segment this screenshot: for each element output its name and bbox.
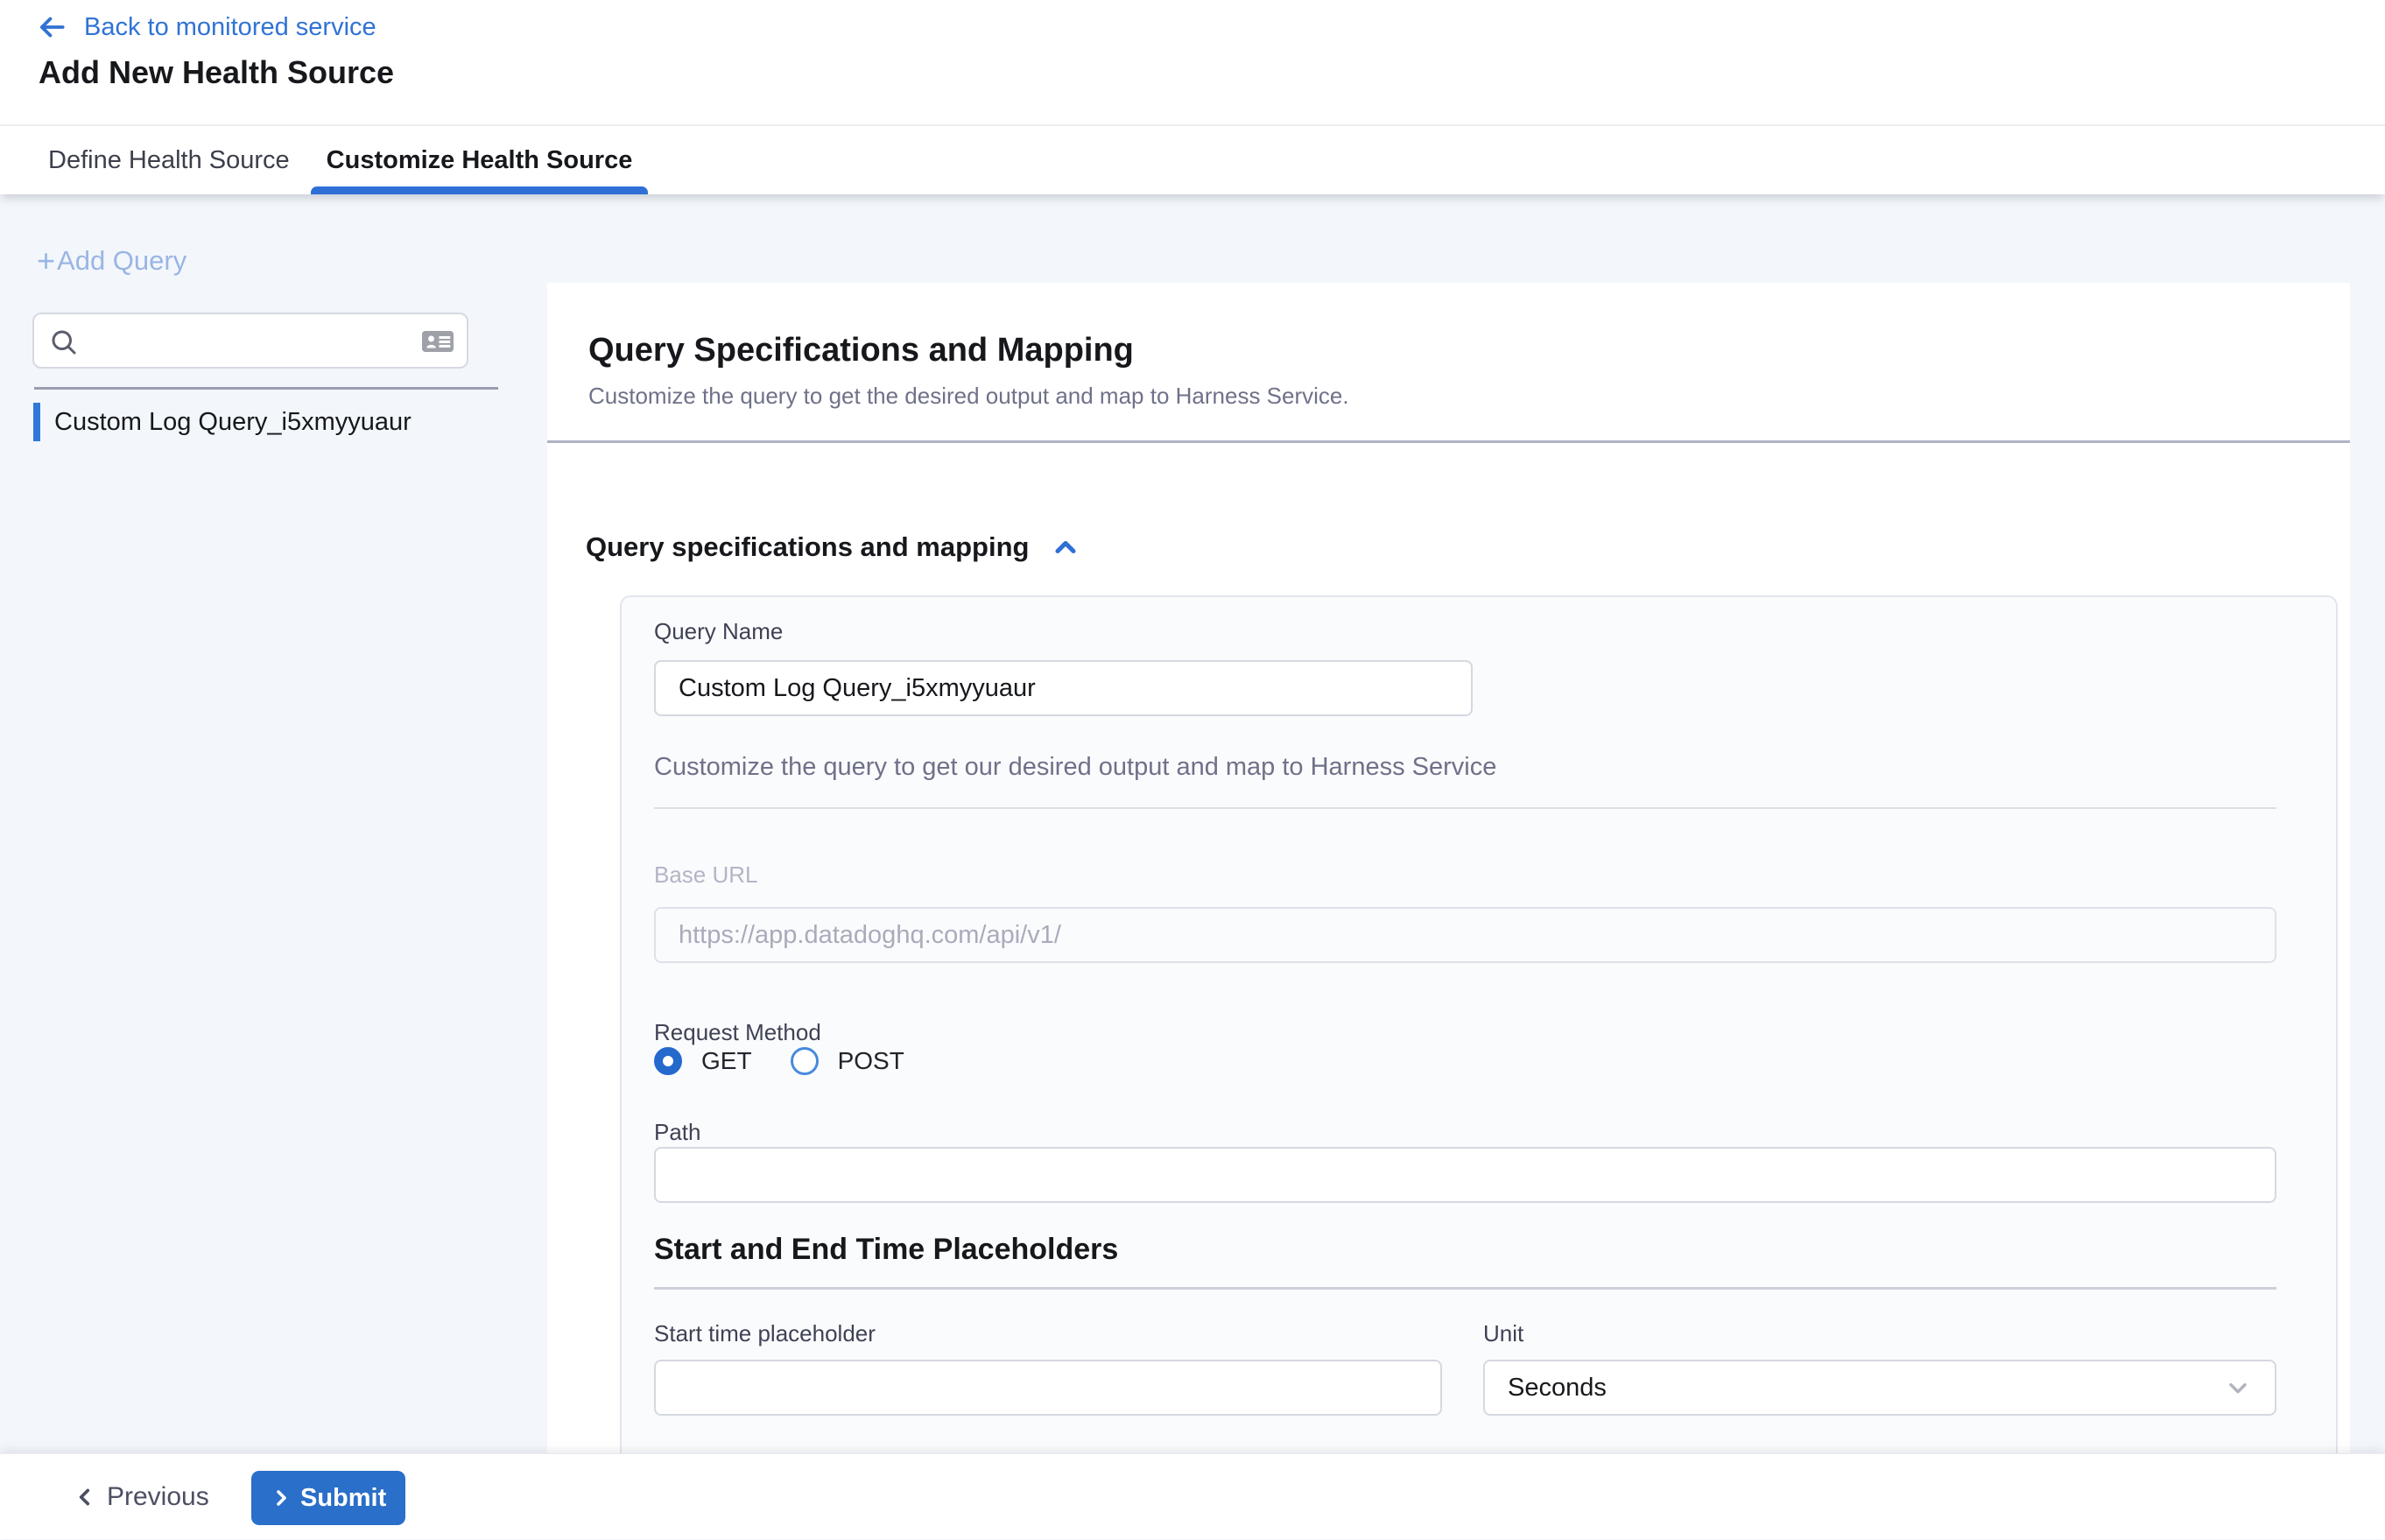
tab-bar: Define Health Source Customize Health So… bbox=[0, 124, 2385, 194]
add-query-label: Add Query bbox=[57, 245, 186, 277]
request-method-radio-group: GET POST bbox=[654, 1047, 904, 1075]
base-url-label: Base URL bbox=[654, 861, 758, 889]
unit-label: Unit bbox=[1483, 1320, 1523, 1347]
path-input[interactable] bbox=[654, 1147, 2276, 1203]
tab-customize-health-source[interactable]: Customize Health Source bbox=[311, 126, 649, 194]
start-time-input[interactable] bbox=[654, 1360, 1442, 1416]
chevron-right-icon bbox=[271, 1487, 292, 1508]
tab-define-health-source[interactable]: Define Health Source bbox=[32, 126, 306, 194]
main-panel: Query Specifications and Mapping Customi… bbox=[547, 283, 2350, 1453]
panel-divider bbox=[547, 440, 2350, 443]
chevron-up-icon[interactable] bbox=[1050, 531, 1081, 563]
section-title: Query specifications and mapping bbox=[586, 531, 1029, 563]
arrow-left-icon bbox=[35, 11, 68, 44]
radio-get[interactable] bbox=[654, 1047, 682, 1075]
plus-icon: + bbox=[37, 248, 55, 274]
selected-query-indicator bbox=[33, 403, 40, 441]
query-item-label: Custom Log Query_i5xmyyuaur bbox=[54, 408, 412, 437]
page-title: Add New Health Source bbox=[39, 54, 394, 91]
time-placeholders-divider bbox=[654, 1287, 2276, 1290]
start-time-label: Start time placeholder bbox=[654, 1320, 876, 1347]
query-search-box bbox=[32, 313, 468, 369]
back-link[interactable]: Back to monitored service bbox=[35, 11, 376, 44]
base-url-input bbox=[654, 907, 2276, 963]
submit-button-label: Submit bbox=[300, 1484, 386, 1513]
query-list-item[interactable]: Custom Log Query_i5xmyyuaur bbox=[33, 403, 412, 441]
query-name-label: Query Name bbox=[654, 618, 783, 645]
chevron-left-icon bbox=[74, 1486, 96, 1508]
radio-post-label: POST bbox=[838, 1047, 904, 1075]
query-name-input[interactable] bbox=[654, 660, 1473, 716]
section-collapse-header[interactable]: Query specifications and mapping bbox=[586, 531, 1081, 563]
add-query-button[interactable]: + Add Query bbox=[37, 245, 186, 277]
panel-title: Query Specifications and Mapping bbox=[588, 332, 1134, 369]
time-placeholders-heading: Start and End Time Placeholders bbox=[654, 1233, 1118, 1267]
previous-button[interactable]: Previous bbox=[74, 1454, 209, 1540]
panel-subtitle: Customize the query to get the desired o… bbox=[588, 383, 1349, 410]
radio-get-label: GET bbox=[701, 1047, 752, 1075]
path-label: Path bbox=[654, 1119, 701, 1146]
form-divider bbox=[654, 807, 2276, 809]
page-header: Back to monitored service Add New Health… bbox=[0, 0, 2385, 124]
unit-select[interactable]: Seconds bbox=[1483, 1360, 2276, 1416]
query-spec-form: Query Name Customize the query to get ou… bbox=[620, 595, 2338, 1453]
search-icon bbox=[48, 327, 80, 362]
previous-button-label: Previous bbox=[107, 1482, 209, 1512]
submit-button[interactable]: Submit bbox=[251, 1471, 405, 1525]
radio-post[interactable] bbox=[791, 1047, 819, 1075]
id-card-icon[interactable] bbox=[419, 326, 456, 362]
query-name-help: Customize the query to get our desired o… bbox=[654, 753, 1496, 782]
request-method-label: Request Method bbox=[654, 1019, 821, 1046]
back-link-label: Back to monitored service bbox=[84, 13, 376, 42]
sidebar-divider bbox=[34, 387, 498, 390]
footer-bar: Previous Submit bbox=[0, 1453, 2385, 1539]
chevron-down-icon bbox=[2224, 1374, 2252, 1402]
query-search-input[interactable] bbox=[85, 314, 409, 367]
unit-select-value: Seconds bbox=[1508, 1374, 2224, 1403]
